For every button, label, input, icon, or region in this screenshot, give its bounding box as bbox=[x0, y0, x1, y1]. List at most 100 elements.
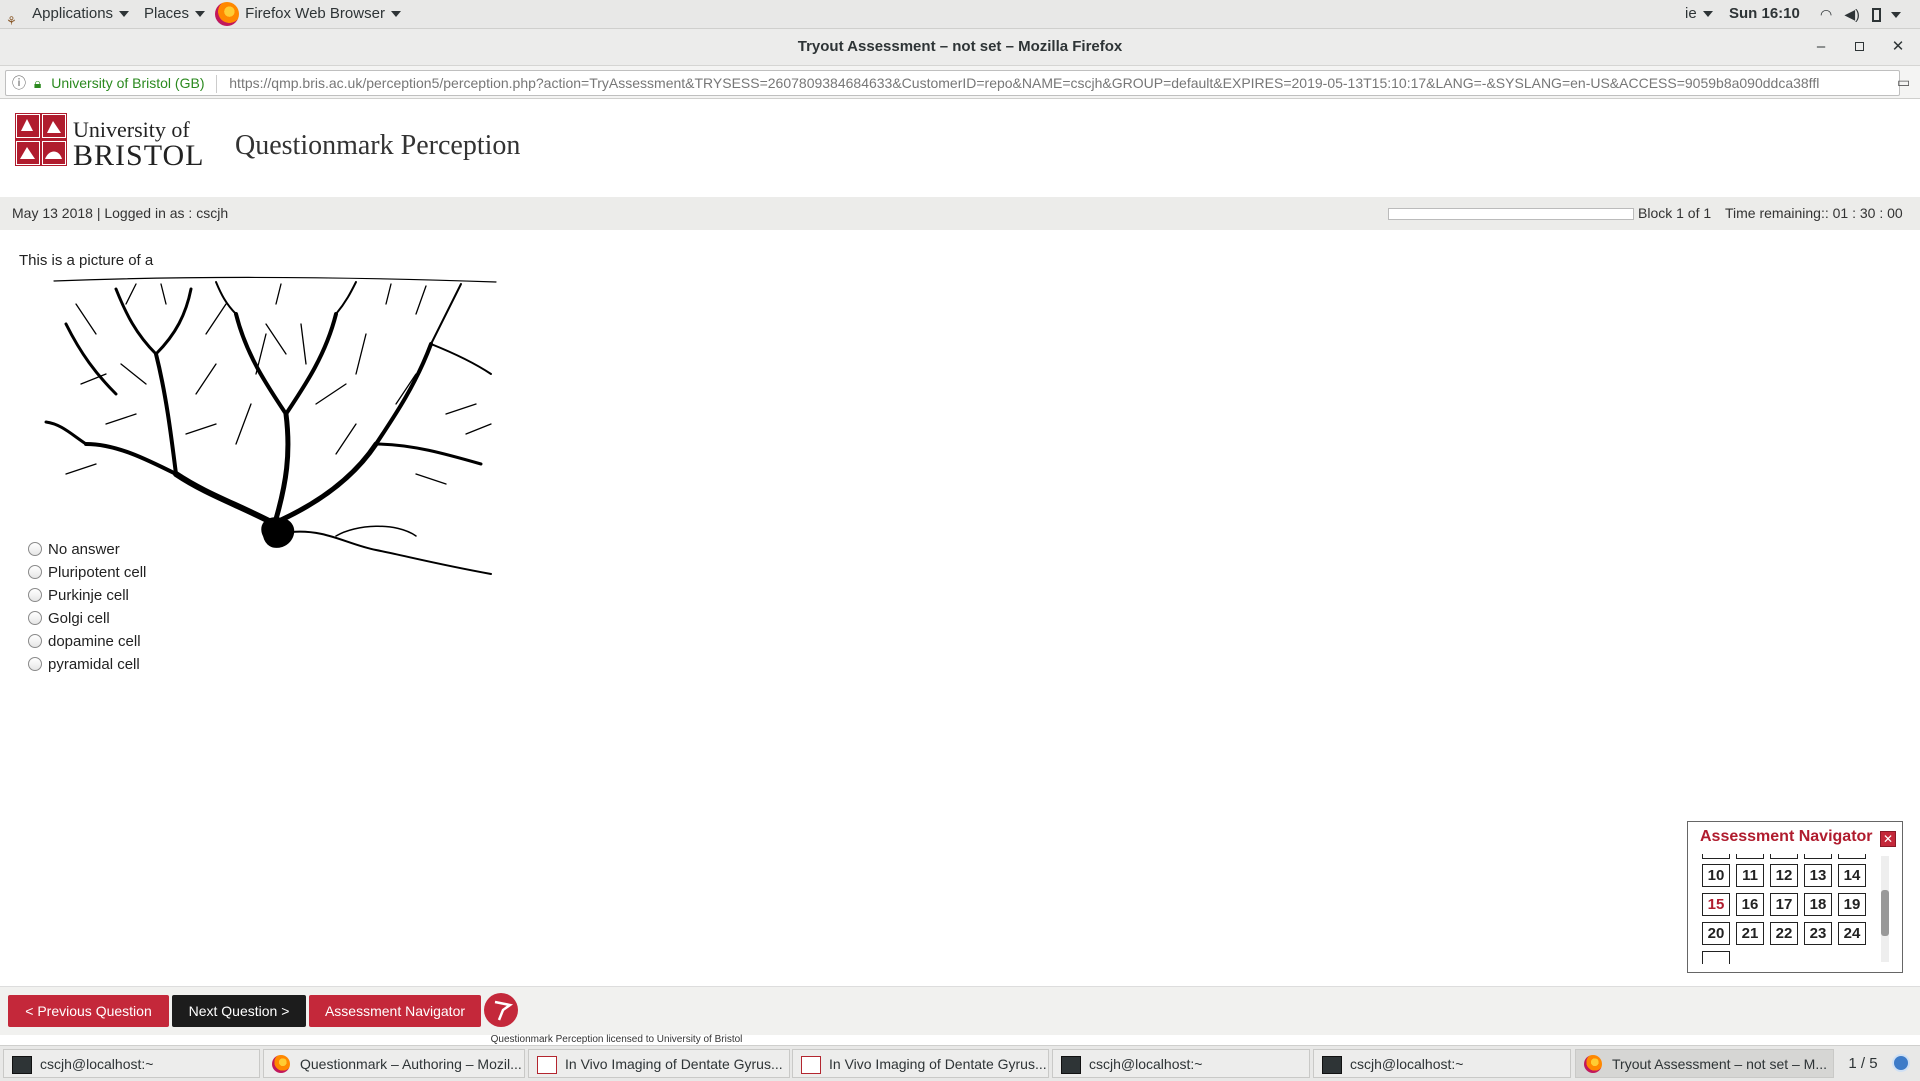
assessment-navigator-button[interactable]: Assessment Navigator bbox=[309, 995, 481, 1027]
places-menu[interactable]: Places bbox=[144, 0, 206, 28]
workspace-label: 1 / 5 bbox=[1848, 1055, 1878, 1072]
university-logo: University of BRISTOL bbox=[15, 113, 203, 172]
chevron-down-icon bbox=[195, 11, 206, 18]
status-menu[interactable]: ◠ ◀) bbox=[1820, 0, 1902, 28]
question-cell[interactable] bbox=[1702, 854, 1730, 859]
question-cell-24[interactable]: 24 bbox=[1838, 922, 1866, 945]
firefox-icon bbox=[1584, 1055, 1602, 1073]
finish-button[interactable] bbox=[484, 993, 518, 1027]
chevron-down-icon bbox=[390, 11, 401, 18]
top-bar: ⚘ Applications Places Firefox Web Browse… bbox=[0, 0, 1920, 29]
question-cell[interactable] bbox=[1804, 854, 1832, 859]
option-label: Pluripotent cell bbox=[48, 564, 147, 581]
window-title: Tryout Assessment – not set – Mozilla Fi… bbox=[797, 38, 1123, 55]
option-no-answer[interactable]: No answer bbox=[28, 539, 120, 561]
close-button[interactable]: ✕ bbox=[1886, 35, 1910, 59]
crest-icon bbox=[15, 113, 67, 166]
radio-button[interactable] bbox=[28, 542, 42, 557]
previous-question-button[interactable]: < Previous Question bbox=[8, 995, 169, 1027]
applications-label: Applications bbox=[32, 5, 114, 22]
gnome-foot-icon: ⚘ bbox=[6, 14, 17, 29]
clock[interactable]: Sun 16:10 bbox=[1729, 0, 1800, 28]
question-cell-18[interactable]: 18 bbox=[1804, 893, 1832, 916]
task-terminal-2[interactable]: cscjh@localhost:~ bbox=[1052, 1049, 1310, 1078]
question-cell-20[interactable]: 20 bbox=[1702, 922, 1730, 945]
maximize-icon bbox=[1854, 42, 1864, 51]
radio-button[interactable] bbox=[28, 634, 42, 649]
chevron-down-icon bbox=[119, 11, 130, 18]
workspace-indicator[interactable]: 1 / 5 bbox=[1840, 1049, 1886, 1078]
notification-icon[interactable] bbox=[1892, 1054, 1910, 1072]
navigator-close-button[interactable]: ✕ bbox=[1880, 831, 1896, 847]
question-cell-14[interactable]: 14 bbox=[1838, 864, 1866, 887]
license-text: Questionmark Perception licensed to Univ… bbox=[490, 1034, 743, 1045]
option-purkinje-cell[interactable]: Purkinje cell bbox=[28, 585, 129, 607]
site-identity[interactable]: University of Bristol (GB) bbox=[45, 75, 204, 91]
active-app-menu[interactable]: Firefox Web Browser bbox=[215, 0, 401, 28]
time-remaining: Time remaining:: 01 : 30 : 00 bbox=[1725, 205, 1903, 221]
url-text[interactable]: https://qmp.bris.ac.uk/perception5/perce… bbox=[229, 75, 1819, 91]
option-dopamine-cell[interactable]: dopamine cell bbox=[28, 631, 141, 653]
option-label: dopamine cell bbox=[48, 633, 141, 650]
page-content: University of BRISTOL Questionmark Perce… bbox=[0, 99, 1920, 1045]
question-cell[interactable] bbox=[1702, 951, 1730, 964]
question-cell-19[interactable]: 19 bbox=[1838, 893, 1866, 916]
logo-text-line2: BRISTOL bbox=[73, 139, 205, 172]
next-question-button[interactable]: Next Question > bbox=[172, 995, 306, 1027]
applications-menu[interactable]: ⚘ Applications bbox=[6, 0, 130, 29]
option-pyramidal-cell[interactable]: pyramidal cell bbox=[28, 654, 140, 676]
radio-button[interactable] bbox=[28, 588, 42, 603]
maximize-button[interactable] bbox=[1847, 35, 1871, 59]
question-cell[interactable] bbox=[1770, 854, 1798, 859]
task-terminal-3[interactable]: cscjh@localhost:~ bbox=[1313, 1049, 1571, 1078]
minimize-icon: – bbox=[1816, 38, 1826, 55]
scrollbar-thumb[interactable] bbox=[1881, 890, 1889, 936]
question-cell-21[interactable]: 21 bbox=[1736, 922, 1764, 945]
question-cell-15-current[interactable]: 15 bbox=[1702, 893, 1730, 916]
info-icon[interactable]: ⓘ bbox=[6, 75, 26, 91]
battery-icon bbox=[1872, 8, 1881, 23]
question-cell-22[interactable]: 22 bbox=[1770, 922, 1798, 945]
wifi-icon: ◠ bbox=[1820, 6, 1833, 22]
minimize-button[interactable]: – bbox=[1809, 35, 1833, 59]
question-cell-13[interactable]: 13 bbox=[1804, 864, 1832, 887]
page-header: University of BRISTOL Questionmark Perce… bbox=[0, 99, 1920, 197]
terminal-icon bbox=[1061, 1056, 1081, 1074]
volume-icon: ◀) bbox=[1844, 6, 1860, 22]
question-cell-11[interactable]: 11 bbox=[1736, 864, 1764, 887]
question-text: This is a picture of a bbox=[19, 252, 154, 269]
input-method-menu[interactable]: ie bbox=[1685, 0, 1713, 28]
assessment-navigator-panel: Assessment Navigator ✕ 10 11 12 13 14 15… bbox=[1687, 821, 1903, 973]
question-cell-16[interactable]: 16 bbox=[1736, 893, 1764, 916]
firefox-icon bbox=[272, 1055, 290, 1073]
window-titlebar[interactable]: Tryout Assessment – not set – Mozilla Fi… bbox=[0, 29, 1920, 66]
task-label: cscjh@localhost:~ bbox=[40, 1056, 154, 1072]
terminal-icon bbox=[1322, 1056, 1342, 1074]
close-icon: ✕ bbox=[1882, 832, 1894, 846]
radio-button[interactable] bbox=[28, 611, 42, 626]
option-golgi-cell[interactable]: Golgi cell bbox=[28, 608, 110, 630]
question-cell-23[interactable]: 23 bbox=[1804, 922, 1832, 945]
chevron-down-icon bbox=[1891, 12, 1902, 19]
option-label: No answer bbox=[48, 541, 120, 558]
task-firefox-authoring[interactable]: Questionmark – Authoring – Mozil... bbox=[263, 1049, 525, 1078]
question-cell[interactable] bbox=[1736, 854, 1764, 859]
option-pluripotent-cell[interactable]: Pluripotent cell bbox=[28, 562, 146, 584]
task-label: cscjh@localhost:~ bbox=[1089, 1056, 1203, 1072]
task-terminal-1[interactable]: cscjh@localhost:~ bbox=[3, 1049, 260, 1078]
navigator-scrollbar[interactable] bbox=[1881, 856, 1889, 962]
task-pdf-2[interactable]: In Vivo Imaging of Dentate Gyrus... bbox=[792, 1049, 1049, 1078]
active-app-label: Firefox Web Browser bbox=[245, 5, 385, 22]
question-cell-10[interactable]: 10 bbox=[1702, 864, 1730, 887]
reader-view-icon[interactable]: ▭ bbox=[1897, 74, 1910, 91]
question-cell-17[interactable]: 17 bbox=[1770, 893, 1798, 916]
radio-button[interactable] bbox=[28, 565, 42, 580]
question-cell-12[interactable]: 12 bbox=[1770, 864, 1798, 887]
question-cell[interactable] bbox=[1838, 854, 1866, 859]
url-field[interactable]: ⓘ 🔒︎ University of Bristol (GB) https://… bbox=[5, 70, 1900, 96]
clock-label: Sun 16:10 bbox=[1729, 5, 1800, 22]
radio-button[interactable] bbox=[28, 657, 42, 672]
flag-icon bbox=[494, 1000, 514, 1021]
task-pdf-1[interactable]: In Vivo Imaging of Dentate Gyrus... bbox=[528, 1049, 790, 1078]
task-firefox-tryout[interactable]: Tryout Assessment – not set – M... bbox=[1575, 1049, 1834, 1078]
